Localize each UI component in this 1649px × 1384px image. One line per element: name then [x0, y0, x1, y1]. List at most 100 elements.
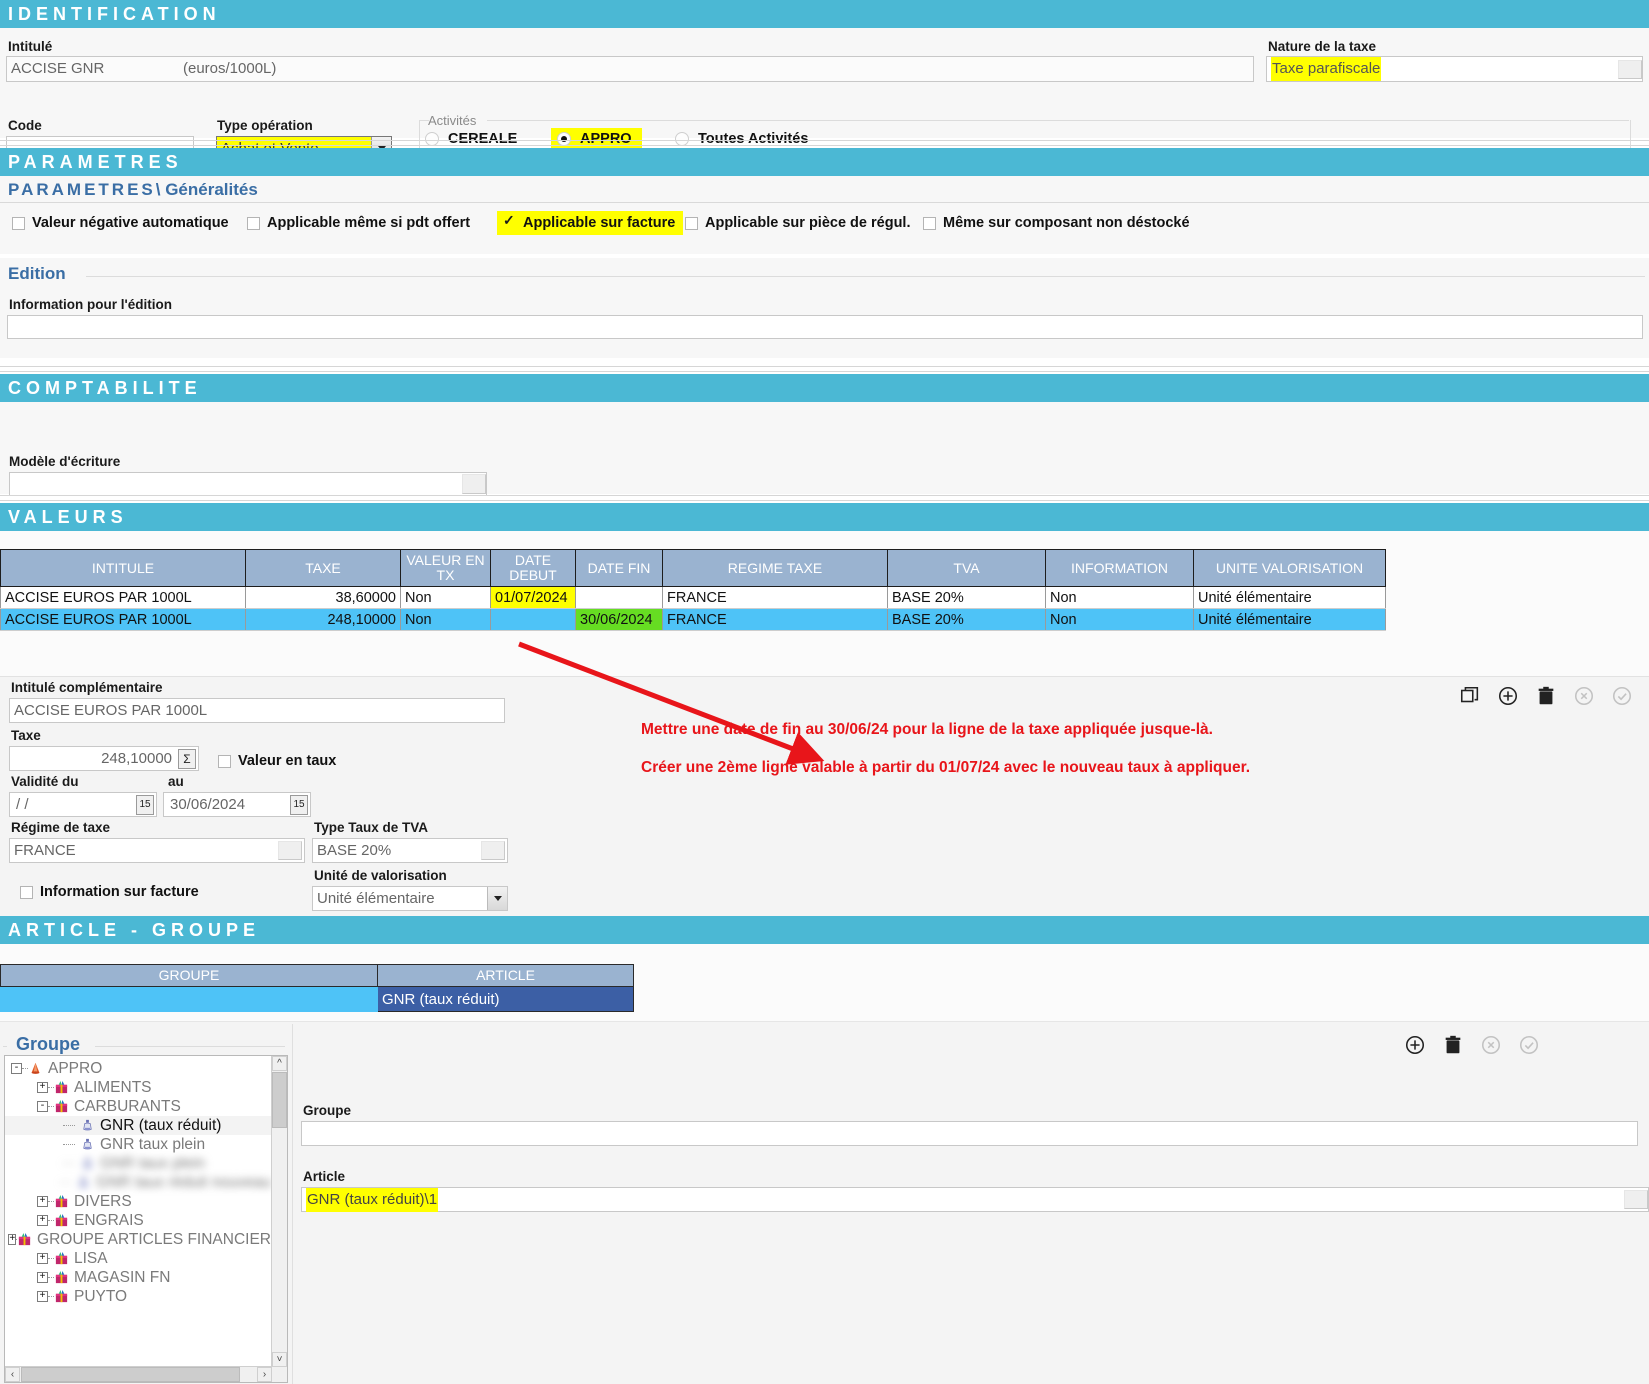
regime-taxe-lookup-button[interactable]: [278, 841, 302, 860]
table-row[interactable]: ACCISE EUROS PAR 1000L 248,10000 Non 30/…: [1, 609, 1386, 631]
tree-expander-icon[interactable]: -: [11, 1063, 22, 1074]
add-icon[interactable]: [1404, 1034, 1426, 1056]
tree-node[interactable]: + ENGRAIS: [5, 1211, 271, 1230]
checkbox-label: Applicable même si pdt offert: [267, 215, 470, 231]
groupe-field-input[interactable]: [301, 1121, 1638, 1146]
checkbox-applicable-sur-facture[interactable]: Applicable sur facture: [497, 211, 683, 235]
validite-du-label: Validité du: [11, 774, 79, 789]
tree-expander-icon[interactable]: -: [37, 1101, 48, 1112]
calendar-icon[interactable]: 15: [136, 795, 154, 815]
calendar-icon[interactable]: 15: [290, 795, 308, 815]
tree-expander-icon[interactable]: +: [37, 1253, 48, 1264]
box-icon: [54, 1289, 69, 1304]
tree-node[interactable]: +ALIMENTS: [5, 1078, 271, 1097]
tree-expander-icon[interactable]: +: [37, 1291, 48, 1302]
scroll-thumb[interactable]: [272, 1072, 287, 1128]
validite-au-input[interactable]: 30/06/2024 15: [163, 792, 311, 817]
checkbox-valeur-negative-automatique[interactable]: Valeur négative automatique: [12, 215, 229, 231]
tree-expander-icon[interactable]: +: [37, 1196, 48, 1207]
intitule-complementaire-input[interactable]: ACCISE EUROS PAR 1000L: [9, 698, 505, 723]
radio-appro[interactable]: APPRO: [551, 128, 642, 150]
checkbox-meme-sur-composant-non-destocke[interactable]: Même sur composant non déstocké: [923, 215, 1190, 231]
box-icon: [54, 1194, 69, 1209]
table-row[interactable]: ACCISE EUROS PAR 1000L 38,60000 Non 01/0…: [1, 587, 1386, 609]
regime-taxe-input[interactable]: FRANCE: [9, 838, 305, 863]
edition-subheader: Edition: [0, 258, 1649, 286]
tree-expander-icon[interactable]: +: [8, 1234, 16, 1245]
scroll-thumb[interactable]: [21, 1367, 240, 1382]
tree-node-label: GNR (taux réduit): [100, 1117, 221, 1135]
bell-icon: [28, 1061, 43, 1076]
tree-node[interactable]: - APPRO: [5, 1059, 271, 1078]
cell-date-debut: [491, 609, 576, 631]
tree-expander-icon[interactable]: +: [37, 1082, 48, 1093]
checkbox-applicable-meme-si-pdt-offert[interactable]: Applicable même si pdt offert: [247, 215, 470, 231]
checkbox-label: Valeur en taux: [238, 753, 336, 769]
groupe-tree-body[interactable]: - APPRO+ALIMENTS-CARBURANTSGNR (taux rédu…: [5, 1059, 271, 1306]
checkbox-icon[interactable]: [503, 217, 514, 230]
table-row[interactable]: GNR (taux réduit): [1, 987, 634, 1012]
article-field-input[interactable]: GNR (taux réduit)\1: [301, 1187, 1649, 1212]
validite-du-input[interactable]: / / 15: [9, 792, 157, 817]
cell-taxe: 38,60000: [246, 587, 401, 609]
tree-node[interactable]: +GROUPE ARTICLES FINANCIER: [5, 1230, 271, 1249]
checkbox-valeur-en-taux[interactable]: Valeur en taux: [218, 753, 336, 769]
delete-icon[interactable]: [1442, 1034, 1464, 1056]
valeurs-toolbar: [1459, 685, 1633, 707]
checkbox-icon[interactable]: [685, 217, 698, 230]
checkbox-icon[interactable]: [247, 217, 260, 230]
scroll-up-icon[interactable]: ^: [272, 1056, 287, 1071]
tree-node-label: ENGRAIS: [74, 1212, 144, 1230]
duplicate-icon[interactable]: [1459, 685, 1481, 707]
sum-icon[interactable]: Σ: [178, 749, 196, 769]
col-intitule: INTITULE: [1, 550, 246, 587]
tree-expander-icon[interactable]: +: [37, 1272, 48, 1283]
cell-date-fin: [576, 587, 663, 609]
tree-node-label: APPRO: [48, 1060, 102, 1078]
tree-node[interactable]: +LISA: [5, 1249, 271, 1268]
cell-regime-taxe: FRANCE: [663, 609, 888, 631]
tree-expander-icon[interactable]: +: [37, 1215, 48, 1226]
radio-icon[interactable]: [425, 132, 439, 146]
tree-node[interactable]: +MAGASIN FN: [5, 1268, 271, 1287]
checkbox-icon[interactable]: [12, 217, 25, 230]
unite-valorisation-select[interactable]: Unité élémentaire: [312, 886, 508, 911]
article-groupe-table[interactable]: GROUPE ARTICLE GNR (taux réduit): [0, 964, 634, 1012]
modele-ecriture-lookup-button[interactable]: [462, 474, 486, 494]
scroll-right-icon[interactable]: ›: [257, 1367, 272, 1382]
nature-taxe-lookup-button[interactable]: [1618, 60, 1642, 79]
type-taux-tva-input[interactable]: BASE 20%: [312, 838, 508, 863]
tree-vertical-scrollbar[interactable]: ^ ˅: [271, 1056, 287, 1367]
tree-node[interactable]: +DIVERS: [5, 1192, 271, 1211]
modele-ecriture-input[interactable]: [9, 472, 487, 496]
checkbox-applicable-sur-piece-de-regul[interactable]: Applicable sur pièce de régul.: [685, 215, 910, 231]
radio-icon[interactable]: [675, 132, 689, 146]
radio-icon[interactable]: [557, 132, 571, 146]
tree-node[interactable]: GNR (taux réduit): [5, 1116, 271, 1135]
cell-tva: BASE 20%: [888, 587, 1046, 609]
type-taux-tva-value: BASE 20%: [317, 839, 481, 863]
valeurs-table[interactable]: INTITULE TAXE VALEUR EN TX DATE DEBUT DA…: [0, 549, 1386, 631]
information-edition-input[interactable]: [7, 315, 1643, 339]
intitule-input[interactable]: ACCISE GNR (euros/1000L): [6, 56, 1254, 82]
tree-node[interactable]: GNR taux plein: [5, 1135, 271, 1154]
checkbox-icon[interactable]: [20, 886, 33, 899]
nature-taxe-input[interactable]: Taxe parafiscale: [1266, 56, 1643, 82]
taxe-input[interactable]: 248,10000 Σ: [9, 746, 199, 771]
scroll-down-icon[interactable]: ˅: [272, 1352, 287, 1367]
type-taux-tva-lookup-button[interactable]: [481, 841, 505, 860]
groupe-tree[interactable]: - APPRO+ALIMENTS-CARBURANTSGNR (taux rédu…: [4, 1055, 288, 1383]
delete-icon[interactable]: [1535, 685, 1557, 707]
checkbox-icon[interactable]: [218, 755, 231, 768]
tree-node[interactable]: +PUYTO: [5, 1287, 271, 1306]
add-icon[interactable]: [1497, 685, 1519, 707]
tree-node[interactable]: GNR taux réduit nouveau: [5, 1173, 271, 1192]
checkbox-information-sur-facture[interactable]: Information sur facture: [20, 884, 199, 900]
scroll-left-icon[interactable]: ‹: [5, 1367, 20, 1382]
tree-node[interactable]: GNR taux plein: [5, 1154, 271, 1173]
tree-horizontal-scrollbar[interactable]: ‹ ›: [5, 1366, 272, 1382]
chevron-down-icon[interactable]: [487, 887, 507, 910]
article-field-lookup-button[interactable]: [1624, 1190, 1648, 1209]
tree-node[interactable]: -CARBURANTS: [5, 1097, 271, 1116]
checkbox-icon[interactable]: [923, 217, 936, 230]
